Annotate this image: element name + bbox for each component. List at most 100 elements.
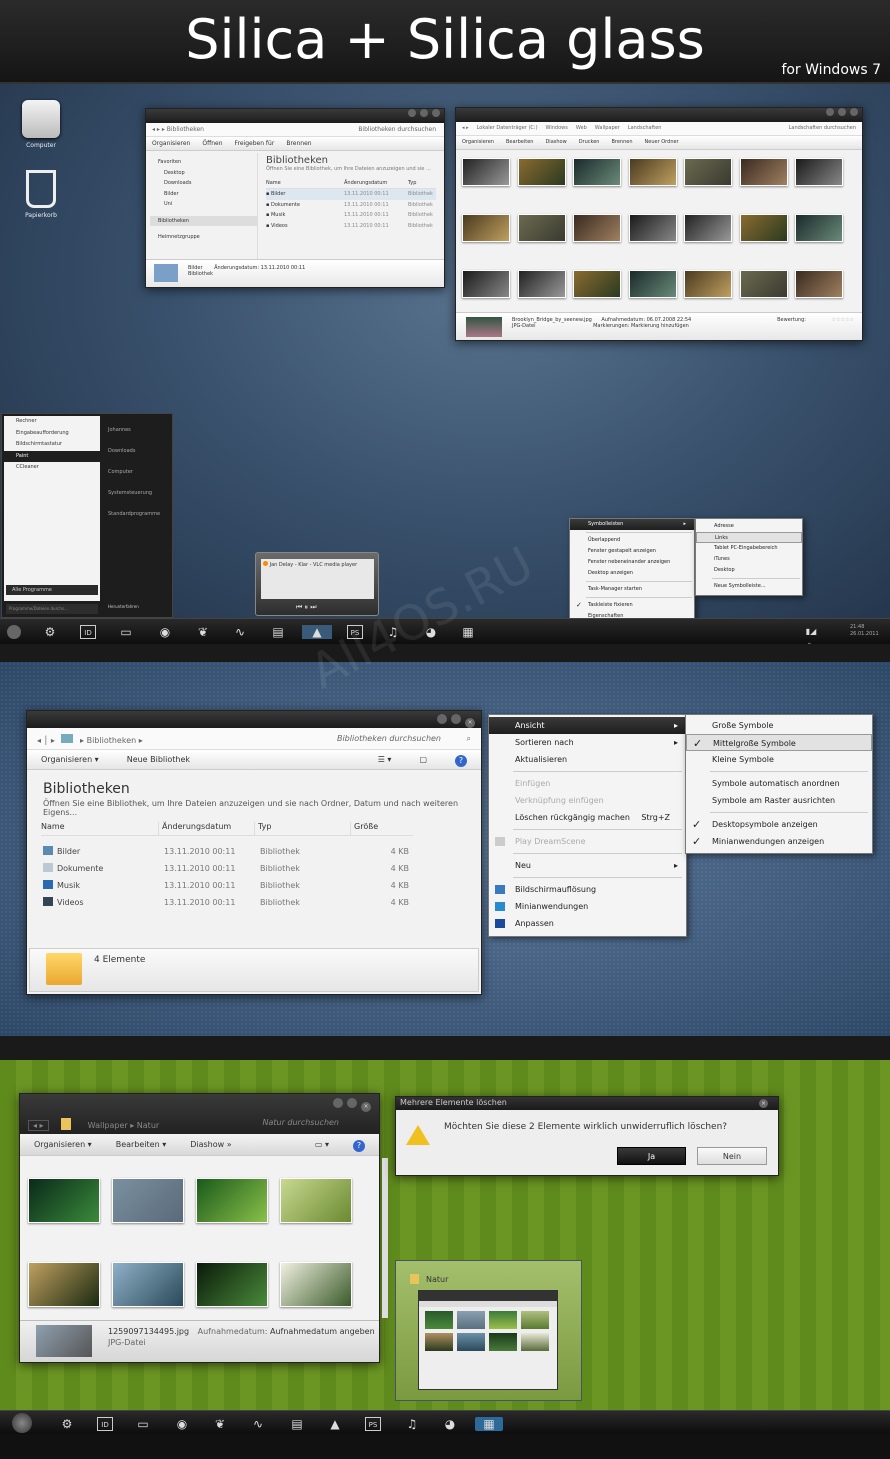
breadcrumb-item[interactable]: Wallpaper <box>88 1121 128 1130</box>
photo-thumbnail[interactable] <box>280 1262 352 1307</box>
organize-button[interactable]: Organisieren <box>462 139 494 146</box>
photo-thumbnail[interactable] <box>196 1178 268 1223</box>
column-date[interactable]: Änderungsdatum <box>344 180 408 186</box>
preview-pane-icon[interactable]: ▢ <box>419 755 427 764</box>
photo-thumbnail[interactable] <box>739 214 788 242</box>
submenu-item-tablet[interactable]: Tablet PC-Eingabebereich <box>696 543 802 554</box>
column-header[interactable]: Name Änderungsdatum Typ <box>266 180 436 189</box>
breadcrumb-item[interactable]: Landschaften <box>628 125 662 132</box>
burn-button[interactable]: Brennen <box>611 139 632 146</box>
activity-icon[interactable]: ∿ <box>232 625 248 639</box>
music-note-icon[interactable]: ♫ <box>404 1417 420 1431</box>
submenu-item-links[interactable]: Links <box>696 532 802 543</box>
id-icon[interactable]: ID <box>97 1417 113 1431</box>
start-right-item[interactable]: Standardprogramme <box>108 504 170 525</box>
search-input[interactable]: Bibliotheken durchsuchen <box>337 734 441 743</box>
slideshow-button[interactable]: Diashow » <box>190 1140 231 1149</box>
vlc-taskbar-preview[interactable]: Jan Delay - Klar - VLC media player ⏮ ⏸ … <box>255 552 379 616</box>
nav-item-uni[interactable]: Uni <box>158 199 257 210</box>
pause-icon[interactable]: ⏸ <box>305 603 309 611</box>
search-input[interactable]: Natur durchsuchen <box>262 1118 339 1127</box>
table-row[interactable]: Bilder 13.11.2010 00:11 Bibliothek 4 KB <box>43 843 423 860</box>
photo-thumbnail[interactable] <box>739 270 788 298</box>
menu-item-personalize[interactable]: Anpassen <box>489 915 686 932</box>
menu-item-paste-shortcut[interactable]: Verknüpfung einfügen <box>489 792 686 809</box>
gear-icon[interactable]: ⚙ <box>42 625 58 639</box>
start-button-icon[interactable] <box>12 1413 32 1433</box>
no-button[interactable]: Nein <box>697 1147 767 1165</box>
new-folder-button[interactable]: Neuer Ordner <box>645 139 679 146</box>
firefox-icon[interactable]: ◕ <box>423 625 439 639</box>
view-options-icon[interactable]: ☰ ▾ <box>378 755 392 764</box>
nav-item-favorites[interactable]: Favoriten <box>158 157 257 168</box>
taskbar-thumbnail-preview[interactable]: Natur <box>395 1260 582 1401</box>
breadcrumb-item[interactable]: Natur <box>137 1121 159 1130</box>
start-program-item[interactable]: Bildschirmtastatur <box>4 439 100 451</box>
photo-thumbnail[interactable] <box>280 1178 352 1223</box>
close-icon[interactable]: × <box>759 1099 768 1108</box>
explorer-icon[interactable]: ▦ <box>475 1417 503 1431</box>
back-forward-buttons[interactable]: ◂ │ ▸ <box>37 736 55 745</box>
table-row[interactable]: Videos 13.11.2010 00:11 Bibliothek 4 KB <box>43 894 423 911</box>
menu-item-view[interactable]: Ansicht ▸ <box>489 717 686 734</box>
activity-icon[interactable]: ∿ <box>250 1417 266 1431</box>
dialog-title-bar[interactable]: Mehrere Elemente löschen × <box>396 1097 778 1110</box>
menu-item-refresh[interactable]: Aktualisieren <box>489 751 686 768</box>
table-row[interactable]: ▪ Videos 13.11.2010 00:11 Bibliothek <box>266 221 436 232</box>
submenu-item-align-grid[interactable]: Symbole am Raster ausrichten <box>686 792 872 809</box>
photo-thumbnail[interactable] <box>628 270 677 298</box>
all-programs-button[interactable]: Alle Programme <box>6 585 98 595</box>
title-bar[interactable] <box>146 109 444 123</box>
menu-item-undo-delete[interactable]: Löschen rückgängig machen Strg+Z <box>489 809 686 826</box>
start-button-icon[interactable] <box>7 625 21 639</box>
view-options-icon[interactable]: ▭ ▾ <box>315 1140 329 1149</box>
photo-thumbnail[interactable] <box>795 158 843 186</box>
photoshop-icon[interactable]: PS <box>365 1417 381 1431</box>
edit-button[interactable]: Bearbeiten <box>506 139 533 146</box>
table-row[interactable]: Dokumente 13.11.2010 00:11 Bibliothek 4 KB <box>43 860 423 877</box>
column-type[interactable]: Typ <box>408 180 416 186</box>
start-right-item[interactable]: Johannes <box>108 420 170 441</box>
organize-button[interactable]: Organisieren ▾ <box>41 755 99 764</box>
photo-thumbnail[interactable] <box>628 214 677 242</box>
firefox-icon[interactable]: ◕ <box>442 1417 458 1431</box>
photo-thumbnail[interactable] <box>517 158 566 186</box>
photo-thumbnail[interactable] <box>573 270 621 298</box>
table-row[interactable]: ▪ Musik 13.11.2010 00:11 Bibliothek <box>266 210 436 221</box>
submenu-item-show-gadgets[interactable]: ✓ Minianwendungen anzeigen <box>686 833 872 850</box>
id-icon[interactable]: ID <box>80 625 96 639</box>
rating-stars[interactable]: ☆☆☆☆☆ <box>832 317 854 323</box>
submenu-item-new-toolbar[interactable]: Neue Symbolleiste... <box>696 581 802 592</box>
paw-icon[interactable]: ❦ <box>212 1417 228 1431</box>
photo-thumbnail[interactable] <box>684 158 732 186</box>
start-program-item[interactable]: CCleaner <box>4 462 100 474</box>
close-icon[interactable]: × <box>465 718 475 728</box>
explorer-icon[interactable]: ▦ <box>460 625 476 639</box>
photo-thumbnail[interactable] <box>795 214 843 242</box>
submenu-item-medium-icons[interactable]: ✓ Mittelgroße Symbole <box>686 734 872 751</box>
chrome-icon[interactable]: ◉ <box>174 1417 190 1431</box>
start-right-item[interactable]: Downloads <box>108 441 170 462</box>
menu-item-toolbars[interactable]: Symbolleisten ▸ <box>570 519 694 530</box>
column-type[interactable]: Typ <box>255 822 351 835</box>
menu-item-show-desktop[interactable]: Desktop anzeigen <box>570 568 694 579</box>
maximize-icon[interactable] <box>838 108 846 116</box>
breadcrumb[interactable]: Bibliotheken <box>87 736 137 745</box>
menu-item-lock-taskbar[interactable]: ✓ Taskleiste fixieren <box>570 600 694 611</box>
burn-button[interactable]: Brennen <box>286 140 311 147</box>
menu-item-stacked[interactable]: Fenster gestapelt anzeigen <box>570 546 694 557</box>
music-note-icon[interactable]: ♫ <box>385 625 401 639</box>
new-library-button[interactable]: Neue Bibliothek <box>127 755 190 764</box>
submenu-item-auto-arrange[interactable]: Symbole automatisch anordnen <box>686 775 872 792</box>
column-name[interactable]: Name <box>266 180 344 186</box>
column-date[interactable]: Änderungsdatum <box>159 822 255 835</box>
menu-item-side-by-side[interactable]: Fenster nebeneinander anzeigen <box>570 557 694 568</box>
start-right-item[interactable]: Systemsteuerung <box>108 483 170 504</box>
breadcrumb[interactable]: Bibliotheken <box>167 126 204 133</box>
search-icon[interactable]: ⌕ <box>467 734 471 744</box>
photo-thumbnail[interactable] <box>28 1178 100 1223</box>
menu-item-paste[interactable]: Einfügen <box>489 775 686 792</box>
menu-item-sort-by[interactable]: Sortieren nach ▸ <box>489 734 686 751</box>
photo-thumbnail[interactable] <box>628 158 677 186</box>
menu-item-screen-resolution[interactable]: Bildschirmauflösung <box>489 881 686 898</box>
